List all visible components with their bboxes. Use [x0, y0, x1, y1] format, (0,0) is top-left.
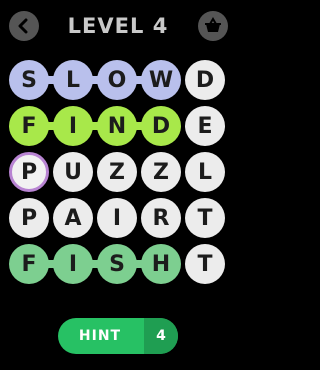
letter-cell[interactable]: Z: [141, 152, 181, 192]
letter-cell[interactable]: T: [185, 198, 225, 238]
letter-cell[interactable]: F: [9, 106, 49, 146]
letter-cell[interactable]: W: [141, 60, 181, 100]
letter-cell[interactable]: S: [9, 60, 49, 100]
letter-grid: SLOWDFINDEPUZZLPAIRTFISHT: [0, 0, 236, 290]
letter-cell[interactable]: L: [185, 152, 225, 192]
letter-cell[interactable]: P: [9, 152, 49, 192]
letter-cell[interactable]: E: [185, 106, 225, 146]
letter-cell[interactable]: O: [97, 60, 137, 100]
letter-cell[interactable]: Z: [97, 152, 137, 192]
letter-cell[interactable]: T: [185, 244, 225, 284]
letter-cell[interactable]: S: [97, 244, 137, 284]
letter-cell[interactable]: I: [97, 198, 137, 238]
hint-label: HINT: [78, 328, 122, 344]
hint-count-badge: 4: [144, 318, 178, 354]
letter-cell[interactable]: I: [53, 244, 93, 284]
letter-cell[interactable]: D: [185, 60, 225, 100]
letter-cell[interactable]: L: [53, 60, 93, 100]
game-screen: LEVEL 4 SLOWDFINDEPUZZLPAIRTFISHT HINT 4: [0, 0, 236, 370]
letter-cell[interactable]: D: [141, 106, 181, 146]
letter-cell[interactable]: H: [141, 244, 181, 284]
letter-cell[interactable]: A: [53, 198, 93, 238]
letter-cell[interactable]: I: [53, 106, 93, 146]
hint-button[interactable]: HINT 4: [58, 318, 178, 354]
letter-cell[interactable]: N: [97, 106, 137, 146]
letter-cell[interactable]: U: [53, 152, 93, 192]
letter-cell[interactable]: R: [141, 198, 181, 238]
letter-cell[interactable]: F: [9, 244, 49, 284]
letter-cell[interactable]: P: [9, 198, 49, 238]
